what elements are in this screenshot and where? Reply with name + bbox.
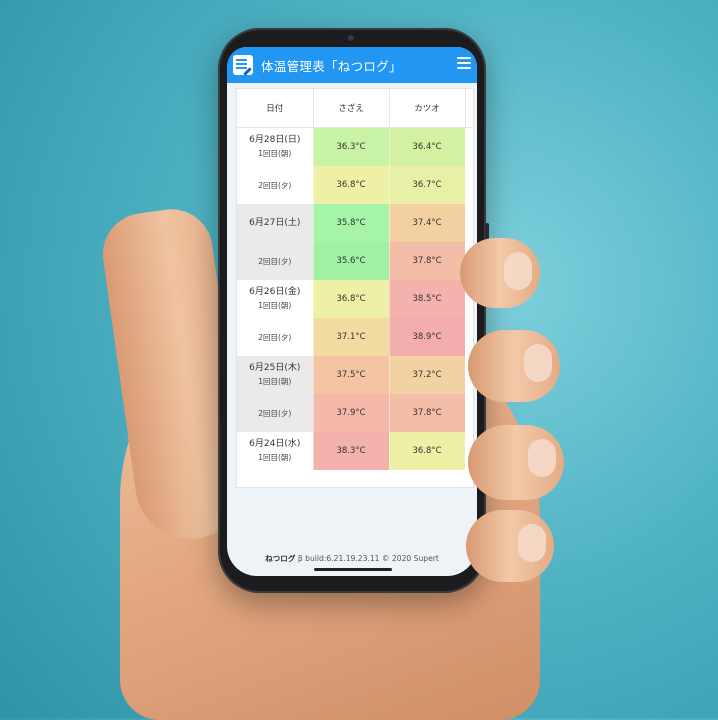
table-row: 2回目(夕) 37.9°C 37.8°C [237, 394, 473, 432]
header-sazae[interactable]: さざえ [313, 89, 390, 128]
temp-cell-katsuo[interactable]: 37.2°C [389, 356, 466, 394]
finger-little [466, 510, 554, 582]
empty-cell [465, 394, 473, 432]
phone: 体温管理表「ねつログ」 日付 さざえ カツオ 6月28日(日) 1回目(朝) 36.… [218, 28, 489, 593]
table-row: 2回目(夕) 37.1°C 38.9°C [237, 318, 473, 356]
date-cell: 6月24日(水) 1回目(朝) [237, 432, 314, 470]
date-label: 6月25日(木) [249, 363, 301, 373]
temperature-table: 日付 さざえ カツオ 6月28日(日) 1回目(朝) 36.3°C 36.4°C 2回目… [237, 89, 473, 470]
temp-cell-sazae[interactable]: 36.8°C [313, 166, 390, 204]
temp-cell-sazae[interactable]: 37.9°C [313, 394, 390, 432]
temp-cell-sazae[interactable]: 36.8°C [313, 280, 390, 318]
empty-cell [465, 127, 473, 166]
temp-cell-katsuo[interactable]: 37.4°C [389, 204, 466, 242]
date-cell: 6月26日(金) 1回目(朝) [237, 280, 314, 318]
date-cell: 6月25日(木) 1回目(朝) [237, 356, 314, 394]
header-katsuo[interactable]: カツオ [389, 89, 466, 128]
finger-ring [468, 425, 564, 500]
session-label: 1回目(朝) [258, 377, 292, 386]
session-label: 1回目(朝) [258, 301, 292, 310]
date-label: 6月27日(土) [249, 217, 301, 228]
session-label: 2回目(夕) [258, 408, 292, 418]
footer-build-info: β build:6.21.19.23.11 © 2020 Supert [295, 554, 439, 563]
temperature-table-container[interactable]: 日付 さざえ カツオ 6月28日(日) 1回目(朝) 36.3°C 36.4°C 2回目… [236, 88, 474, 488]
temp-cell-sazae[interactable]: 38.3°C [313, 432, 390, 470]
app-bar: 体温管理表「ねつログ」 [227, 47, 477, 83]
date-cell: 6月27日(土) [237, 204, 314, 242]
table-row: 6月27日(土) 35.8°C 37.4°C [237, 204, 473, 242]
app-logo-icon [233, 55, 253, 75]
header-extra [465, 89, 473, 128]
finger-middle [468, 330, 560, 402]
temp-cell-sazae[interactable]: 35.6°C [313, 242, 390, 280]
date-label: 6月28日(日) [249, 135, 301, 145]
session-label: 2回目(夕) [258, 180, 292, 190]
temp-cell-sazae[interactable]: 37.5°C [313, 356, 390, 394]
empty-cell [465, 204, 473, 242]
empty-cell [465, 166, 473, 204]
table-row: 6月28日(日) 1回目(朝) 36.3°C 36.4°C [237, 127, 473, 166]
table-row: 2回目(夕) 35.6°C 37.8°C [237, 242, 473, 280]
phone-screen: 体温管理表「ねつログ」 日付 さざえ カツオ 6月28日(日) 1回目(朝) 36.… [227, 47, 477, 576]
date-cell: 2回目(夕) [237, 166, 314, 204]
temp-cell-katsuo[interactable]: 38.5°C [389, 280, 466, 318]
date-cell: 2回目(夕) [237, 318, 314, 356]
temp-cell-katsuo[interactable]: 38.9°C [389, 318, 466, 356]
session-label: 1回目(朝) [258, 453, 292, 462]
temp-cell-katsuo[interactable]: 36.4°C [389, 127, 466, 166]
temp-cell-sazae[interactable]: 36.3°C [313, 127, 390, 166]
temp-cell-katsuo[interactable]: 37.8°C [389, 394, 466, 432]
table-row: 2回目(夕) 36.8°C 36.7°C [237, 166, 473, 204]
date-label: 6月26日(金) [249, 287, 301, 297]
home-indicator [314, 568, 392, 571]
session-label: 2回目(夕) [258, 332, 292, 342]
footer: ねつログ β build:6.21.19.23.11 © 2020 Supert [227, 553, 477, 564]
app-title: 体温管理表「ねつログ」 [261, 58, 402, 74]
date-label: 6月24日(水) [249, 439, 301, 449]
temp-cell-sazae[interactable]: 35.8°C [313, 204, 390, 242]
temp-cell-katsuo[interactable]: 37.8°C [389, 242, 466, 280]
temp-cell-katsuo[interactable]: 36.7°C [389, 166, 466, 204]
finger-index [460, 238, 540, 308]
date-cell: 2回目(夕) [237, 394, 314, 432]
camera-icon [348, 35, 354, 41]
session-label: 1回目(朝) [258, 149, 292, 158]
table-row: 6月25日(木) 1回目(朝) 37.5°C 37.2°C [237, 356, 473, 394]
table-row: 6月24日(水) 1回目(朝) 38.3°C 36.8°C [237, 432, 473, 470]
footer-app-name: ねつログ [265, 554, 296, 563]
hamburger-menu-icon[interactable] [457, 57, 471, 69]
session-label: 2回目(夕) [258, 256, 292, 266]
date-cell: 6月28日(日) 1回目(朝) [237, 127, 314, 166]
temp-cell-katsuo[interactable]: 36.8°C [389, 432, 466, 470]
temp-cell-sazae[interactable]: 37.1°C [313, 318, 390, 356]
table-row: 6月26日(金) 1回目(朝) 36.8°C 38.5°C [237, 280, 473, 318]
header-date: 日付 [237, 89, 314, 128]
date-cell: 2回目(夕) [237, 242, 314, 280]
